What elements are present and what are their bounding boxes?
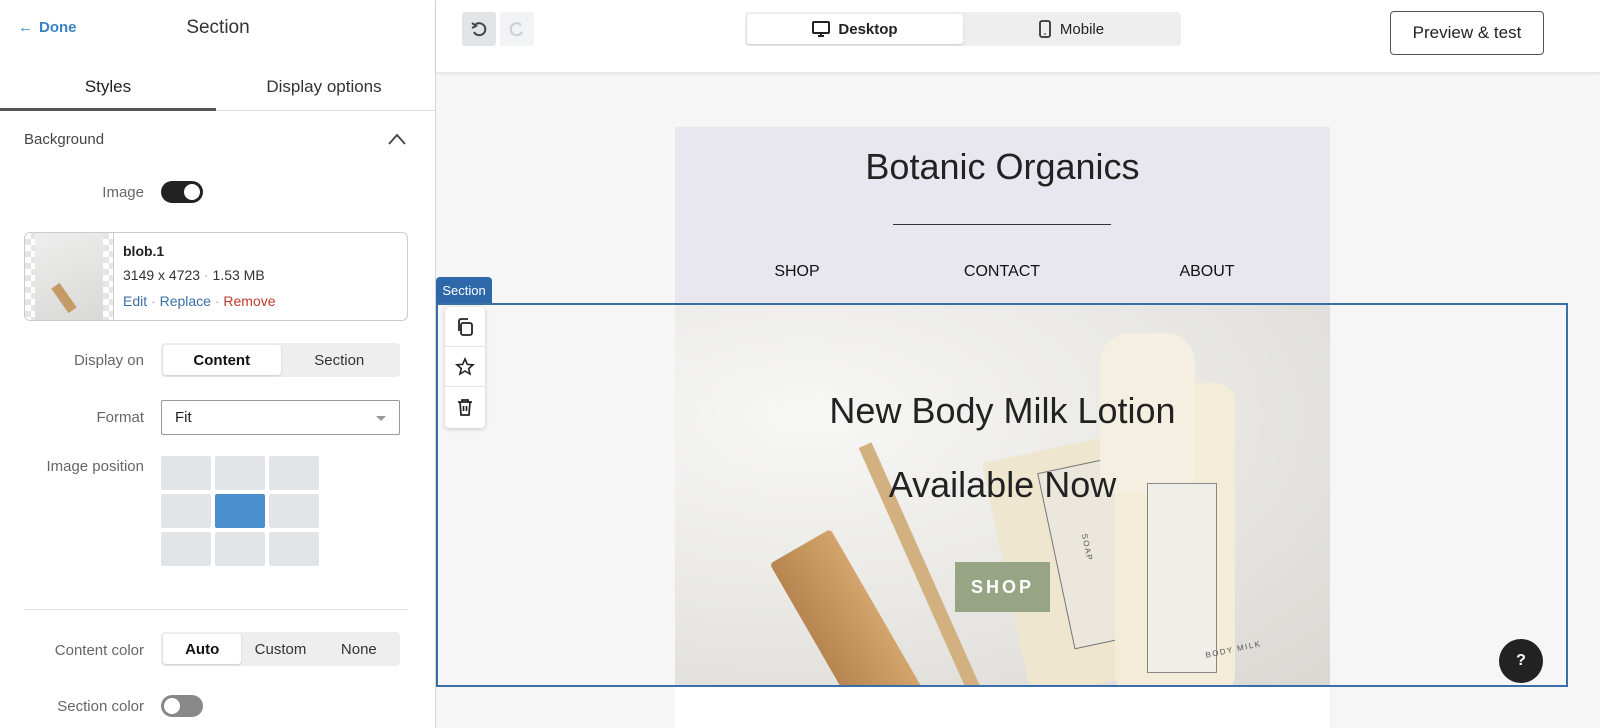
position-top-left[interactable] [161,456,211,490]
position-top-right[interactable] [269,456,319,490]
device-switch: Desktop Mobile [745,12,1181,46]
content-color-label: Content color [54,642,144,659]
section-actions [445,307,485,428]
position-top-center[interactable] [215,456,265,490]
nav-shop[interactable]: SHOP [737,263,857,281]
image-toggle[interactable] [161,181,203,203]
mobile-tab[interactable]: Mobile [963,14,1179,44]
caret-down-icon [376,416,386,426]
file-meta: 3149 x 4723 · 1.53 MB [123,267,265,283]
duplicate-button[interactable] [445,307,485,347]
desktop-icon [812,21,831,37]
image-position-label: Image position [46,458,144,475]
content-color-auto[interactable]: Auto [163,634,242,664]
redo-icon [509,22,523,37]
mobile-icon [1039,20,1051,38]
remove-link[interactable]: Remove [223,293,275,309]
tab-styles[interactable]: Styles [0,77,216,97]
favorite-button[interactable] [445,347,485,387]
position-center[interactable] [215,494,265,528]
active-tab-indicator [0,108,216,111]
format-select[interactable]: Fit [161,400,400,435]
star-icon [455,356,475,376]
section-color-toggle[interactable] [161,695,203,717]
brand-title: Botanic Organics [865,146,1140,187]
preview-test-button[interactable]: Preview & test [1390,11,1544,55]
divider [24,609,408,610]
nav-contact[interactable]: CONTACT [942,263,1062,281]
chevron-up-icon[interactable] [387,132,407,146]
position-middle-right[interactable] [269,494,319,528]
content-color-custom[interactable]: Custom [241,634,319,664]
display-on-label: Display on [73,352,144,369]
desktop-tab[interactable]: Desktop [747,14,963,44]
position-bottom-center[interactable] [215,532,265,566]
image-position-grid [161,456,319,566]
section-tag[interactable]: Section [436,277,492,303]
position-middle-left[interactable] [161,494,211,528]
help-button[interactable]: ? [1499,639,1543,683]
background-heading: Background [24,131,105,148]
image-file-card: blob.1 3149 x 4723 · 1.53 MB Edit · Repl… [24,232,408,321]
redo-button[interactable] [500,12,534,46]
undo-icon [471,22,487,37]
image-label: Image [102,184,144,201]
format-label: Format [96,409,144,426]
image-thumbnail [25,233,114,320]
duplicate-icon [458,317,473,336]
content-color-none[interactable]: None [320,634,398,664]
trash-icon [458,399,472,416]
position-bottom-left[interactable] [161,532,211,566]
header-divider [893,224,1111,225]
section-color-label: Section color [57,698,144,715]
selected-section-outline [436,303,1568,687]
file-name: blob.1 [123,243,165,259]
content-color-segmented: Auto Custom None [161,632,400,666]
display-on-content[interactable]: Content [163,345,281,375]
replace-link[interactable]: Replace [160,293,211,309]
display-on-segmented: Content Section [161,343,400,377]
undo-button[interactable] [462,12,496,46]
editor-toolbar: Desktop Mobile Preview & test [436,0,1600,72]
nav-about[interactable]: ABOUT [1147,263,1267,281]
tab-display-options[interactable]: Display options [216,77,432,97]
display-on-section[interactable]: Section [281,345,399,375]
section-settings-panel: ← Done Section Styles Display options Bac… [0,0,436,728]
panel-title: Section [186,17,250,38]
delete-button[interactable] [445,387,485,427]
edit-link[interactable]: Edit [123,293,147,309]
position-bottom-right[interactable] [269,532,319,566]
